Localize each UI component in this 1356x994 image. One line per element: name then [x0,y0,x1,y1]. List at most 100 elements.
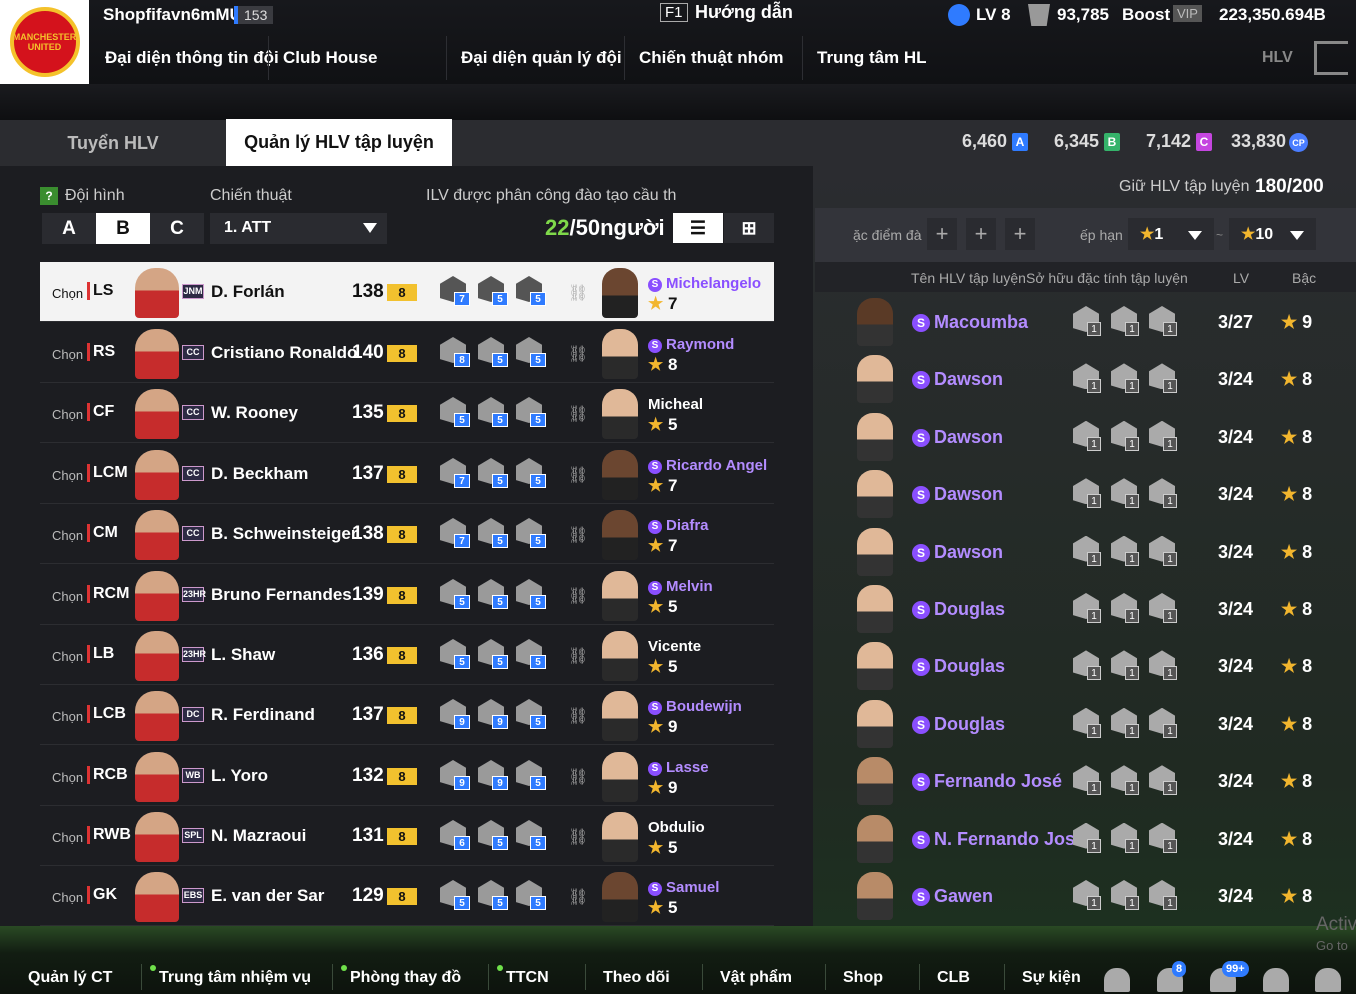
position-label: LCB [87,705,126,723]
bottom-nav-item[interactable]: TTCN [506,969,549,987]
link-icon[interactable]: ⛓ [568,344,588,364]
col-traits: Sở hữu đặc tính tập luyện [1026,270,1188,286]
choose-label[interactable]: Chọn [52,830,83,845]
assigned-number: 22 [545,215,570,240]
bottom-divider [1004,964,1005,990]
tab-manage-coach[interactable]: Quản lý HLV tập luyện [226,119,452,166]
formation-a-button[interactable]: A [42,213,96,244]
coach-row[interactable]: S Gawen 1 1 1 3/24 ★ 8 [815,868,1356,925]
player-row[interactable]: Chọn GK EBS E. van der Sar 129 8 5 5 5 ⛓ S Samuel ★ … [40,866,774,926]
player-row[interactable]: Chọn LCM CC D. Beckham 137 8 7 5 5 ⛓ S Ricardo Ange… [40,444,774,504]
choose-label[interactable]: Chọn [52,407,83,422]
training-trait-icon: 1 [1073,420,1103,451]
assigned-coach[interactable]: S Lasse [648,759,709,776]
bottom-nav-item[interactable]: Phòng thay đồ [350,969,461,987]
coach-row[interactable]: S Douglas 1 1 1 3/24 ★ 8 [815,581,1356,638]
profile-icon[interactable] [1263,968,1289,992]
player-row[interactable]: Chọn RCM 23HR Bruno Fernandes 139 8 5 5 5 ⛓ S Melvi… [40,565,774,625]
nav-club-house[interactable]: Club House [283,48,377,68]
add-trait-filter-3[interactable]: + [1005,218,1035,250]
trait-level: 1 [1125,551,1139,566]
settings-icon[interactable] [1315,968,1341,992]
tactic-select[interactable]: 1. ATT [210,213,387,244]
coach-row[interactable]: S Douglas 1 1 1 3/24 ★ 8 [815,696,1356,753]
link-icon[interactable]: ⛓ [568,525,588,545]
formation-b-button[interactable]: B [96,213,150,244]
coach-row[interactable]: S N. Fernando José 1 1 1 3/24 ★ 8 [815,811,1356,868]
coach-rank-value: 9 [1302,312,1313,332]
assigned-coach[interactable]: Obdulio [648,819,705,836]
guide-button[interactable]: Hướng dẫn [695,2,793,23]
bottom-nav-item[interactable]: Vật phẩm [720,969,792,987]
bottom-nav-item[interactable]: Quản lý CT [28,969,112,987]
assigned-coach[interactable]: S Boudewijn [648,698,742,715]
f1-key[interactable]: F1 [660,3,688,22]
assigned-coach[interactable]: Micheal [648,396,703,413]
choose-label[interactable]: Chọn [52,286,83,301]
choose-label[interactable]: Chọn [52,709,83,724]
player-row[interactable]: Chọn CM CC B. Schweinsteiger 138 8 7 5 5 ⛓ S Diafra… [40,504,774,564]
special-coach-icon: S [912,543,930,562]
bottom-nav-item[interactable]: CLB [937,969,970,987]
link-icon[interactable]: ⛓ [568,404,588,424]
nav-team-management[interactable]: Đại diện quản lý đội [461,48,622,68]
player-row[interactable]: Chọn LCB DC R. Ferdinand 137 8 9 9 5 ⛓ S Boudewijn ★… [40,685,774,745]
player-row[interactable]: Chọn LB 23HR L. Shaw 136 8 5 5 5 ⛓ Vicente ★ 5 [40,625,774,685]
assigned-coach[interactable]: S Michelangelo [648,275,761,292]
club-logo[interactable]: MANCHESTER UNITED [0,0,89,84]
coach-row[interactable]: S Dawson 1 1 1 3/24 ★ 8 [815,524,1356,581]
choose-label[interactable]: Chọn [52,468,83,483]
bottom-nav-item[interactable]: Sự kiện [1022,969,1081,987]
bottom-nav-item[interactable]: Theo dõi [603,969,670,987]
coach-level: 3/27 [1218,312,1254,332]
player-ovr: 135 [352,402,384,423]
coach-row[interactable]: S Fernando José 1 1 1 3/24 ★ 8 [815,753,1356,810]
bottom-nav-item[interactable]: Trung tâm nhiệm vụ [159,969,311,987]
assigned-coach[interactable]: S Melvin [648,578,713,595]
assigned-coach[interactable]: S Ricardo Angel [648,457,767,474]
help-icon[interactable]: ? [40,187,58,205]
link-icon[interactable]: ⛓ [568,706,588,726]
rank-max-dropdown[interactable]: ★10 [1229,218,1316,250]
coach-row[interactable]: S Dawson 1 1 1 3/24 ★ 8 [815,409,1356,466]
choose-label[interactable]: Chọn [52,528,83,543]
choose-label[interactable]: Chọn [52,770,83,785]
choose-label[interactable]: Chọn [52,649,83,664]
formation-c-button[interactable]: C [150,213,204,244]
chat-icon[interactable] [1104,968,1130,992]
player-row[interactable]: Chọn RWB SPL N. Mazraoui 131 8 6 5 5 ⛓ Obdulio ★ 5 [40,806,774,866]
player-row[interactable]: Chọn RCB WB L. Yoro 132 8 9 9 5 ⛓ S Lasse ★ 9 [40,746,774,806]
rank-min-dropdown[interactable]: ★1 [1128,218,1214,250]
nav-training-center[interactable]: Trung tâm HL [817,48,927,68]
choose-label[interactable]: Chọn [52,589,83,604]
exit-icon[interactable] [1314,41,1348,75]
add-trait-filter-1[interactable]: + [927,218,957,250]
list-view-icon[interactable]: ☰ [673,213,723,243]
link-icon[interactable]: ⛓ [568,767,588,787]
coach-row[interactable]: S Macoumba 1 1 1 3/27 ★ 9 [815,294,1356,351]
add-trait-filter-2[interactable]: + [966,218,996,250]
player-row[interactable]: Chọn LS JNM D. Forlán 138 8 7 5 5 ⛓ S Michelangelo ★… [40,262,774,322]
bottom-nav-item[interactable]: Shop [843,969,883,987]
coach-row[interactable]: S Douglas 1 1 1 3/24 ★ 8 [815,638,1356,695]
link-icon[interactable]: ⛓ [568,283,588,303]
nav-group-tactics[interactable]: Chiến thuật nhóm [639,48,783,68]
assigned-coach[interactable]: S Samuel [648,879,719,896]
assigned-coach[interactable]: S Diafra [648,517,709,534]
link-icon[interactable]: ⛓ [568,827,588,847]
choose-label[interactable]: Chọn [52,347,83,362]
link-icon[interactable]: ⛓ [568,586,588,606]
choose-label[interactable]: Chọn [52,890,83,905]
nav-team-info[interactable]: Đại diện thông tin đội [105,48,279,68]
player-row[interactable]: Chọn CF CC W. Rooney 135 8 5 5 5 ⛓ Micheal ★ 5 [40,383,774,443]
tab-recruit-coach[interactable]: Tuyển HLV [0,120,226,166]
coach-row[interactable]: S Dawson 1 1 1 3/24 ★ 8 [815,351,1356,408]
player-row[interactable]: Chọn RS CC Cristiano Ronaldo 140 8 8 5 5 ⛓ S Raymon… [40,323,774,383]
coach-row[interactable]: S Dawson 1 1 1 3/24 ★ 8 [815,466,1356,523]
link-icon[interactable]: ⛓ [568,887,588,907]
link-icon[interactable]: ⛓ [568,465,588,485]
assigned-coach[interactable]: S Raymond [648,336,734,353]
assigned-coach[interactable]: Vicente [648,638,701,655]
link-icon[interactable]: ⛓ [568,646,588,666]
field-view-icon[interactable]: ⊞ [724,213,774,243]
